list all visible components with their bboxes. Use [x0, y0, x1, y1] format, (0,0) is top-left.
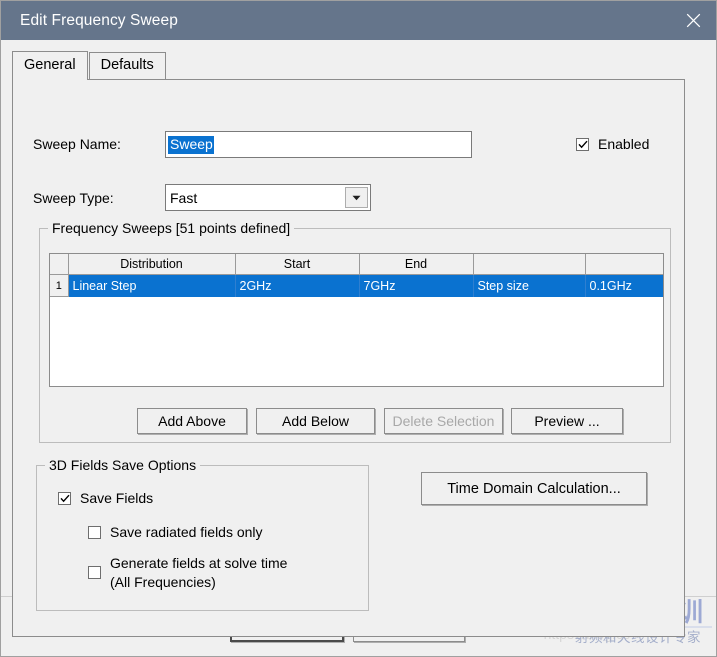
sweep-name-input[interactable]: Sweep — [165, 131, 472, 158]
enabled-checkbox-row[interactable]: Enabled — [576, 136, 649, 152]
col-extra-2[interactable] — [585, 254, 663, 275]
row-number: 1 — [50, 274, 69, 297]
window-title: Edit Frequency Sweep — [20, 11, 178, 29]
tab-general-label: General — [24, 57, 76, 73]
tab-general[interactable]: General — [12, 51, 88, 80]
close-icon[interactable] — [670, 1, 716, 40]
save-radiated-checkbox[interactable] — [88, 525, 101, 539]
add-below-button[interactable]: Add Below — [256, 408, 375, 434]
tab-strip: General Defaults — [12, 51, 166, 80]
col-start[interactable]: Start — [235, 254, 360, 275]
cell-start[interactable]: 2GHz — [235, 274, 360, 297]
preview-button[interactable]: Preview ... — [511, 408, 623, 434]
enabled-label: Enabled — [598, 136, 650, 152]
preview-label: Preview ... — [534, 413, 600, 429]
table-header-row: Distribution Start End — [50, 254, 663, 275]
generate-fields-row[interactable]: Generate fields at solve time (All Frequ… — [88, 554, 287, 592]
cell-step-value[interactable]: 0.1GHz — [585, 274, 663, 297]
client-area: General Defaults Sweep Name: Sweep Enabl… — [1, 40, 716, 637]
tab-defaults-label: Defaults — [100, 57, 154, 73]
save-fields-checkbox[interactable] — [58, 491, 71, 505]
add-above-button[interactable]: Add Above — [137, 408, 247, 434]
col-extra-1[interactable] — [473, 254, 586, 275]
sweep-name-label: Sweep Name: — [33, 136, 121, 152]
sweep-type-label: Sweep Type: — [33, 190, 114, 206]
save-fields-row[interactable]: Save Fields — [58, 490, 153, 506]
time-domain-calculation-label: Time Domain Calculation... — [447, 480, 621, 497]
col-distribution[interactable]: Distribution — [68, 254, 236, 275]
delete-selection-label: Delete Selection — [392, 413, 495, 429]
frequency-sweeps-table[interactable]: Distribution Start End 1 Linear Step 2GH… — [49, 253, 664, 387]
col-rownum[interactable] — [50, 254, 69, 275]
delete-selection-button: Delete Selection — [384, 408, 503, 434]
save-fields-label: Save Fields — [80, 490, 154, 506]
sweep-name-value: Sweep — [168, 135, 214, 154]
save-radiated-row[interactable]: Save radiated fields only — [88, 524, 263, 540]
fields-save-options-group: 3D Fields Save Options Save Fields Save … — [36, 457, 369, 611]
tab-panel-general: Sweep Name: Sweep Enabled Sweep Type: Fa… — [12, 79, 685, 637]
chevron-down-icon[interactable] — [345, 187, 368, 208]
fields-save-options-title: 3D Fields Save Options — [45, 457, 201, 473]
cell-end[interactable]: 7GHz — [359, 274, 474, 297]
frequency-sweeps-title: Frequency Sweeps [51 points defined] — [48, 220, 295, 236]
table-row[interactable]: 1 Linear Step 2GHz 7GHz Step size 0.1GHz — [50, 274, 663, 297]
dialog-window: Edit Frequency Sweep General Defaults Sw… — [0, 0, 717, 657]
add-below-label: Add Below — [282, 413, 349, 429]
generate-fields-label-line2: (All Frequencies) — [110, 574, 216, 590]
frequency-sweeps-group: Frequency Sweeps [51 points defined] Dis… — [39, 220, 671, 443]
tab-defaults[interactable]: Defaults — [88, 52, 166, 79]
generate-fields-label: Generate fields at solve time (All Frequ… — [110, 554, 287, 592]
generate-fields-label-line1: Generate fields at solve time — [110, 555, 288, 571]
sweep-type-select[interactable]: Fast — [165, 184, 371, 211]
save-radiated-label: Save radiated fields only — [110, 524, 263, 540]
time-domain-calculation-button[interactable]: Time Domain Calculation... — [421, 472, 647, 505]
sweep-type-value: Fast — [170, 189, 198, 206]
title-bar: Edit Frequency Sweep — [1, 1, 716, 40]
add-above-label: Add Above — [158, 413, 226, 429]
cell-step-label[interactable]: Step size — [473, 274, 586, 297]
cell-distribution[interactable]: Linear Step — [68, 274, 236, 297]
enabled-checkbox[interactable] — [576, 137, 589, 151]
generate-fields-checkbox[interactable] — [88, 566, 101, 579]
col-end[interactable]: End — [359, 254, 474, 275]
